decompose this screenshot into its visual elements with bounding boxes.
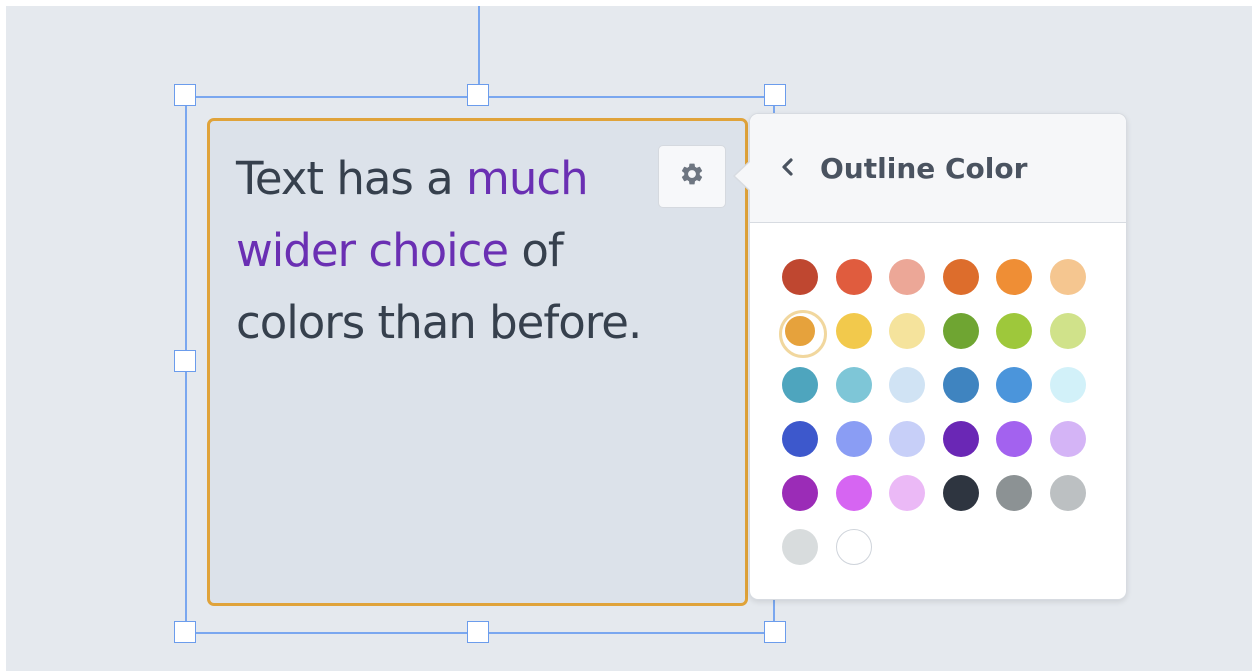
color-swatch[interactable]	[889, 313, 925, 349]
resize-handle-top-left[interactable]	[174, 84, 196, 106]
color-swatch[interactable]	[836, 259, 872, 295]
chevron-left-icon	[780, 156, 796, 183]
color-swatch[interactable]	[1050, 421, 1086, 457]
color-swatch[interactable]	[943, 259, 979, 295]
color-swatch[interactable]	[1050, 475, 1086, 511]
color-swatch[interactable]	[996, 313, 1032, 349]
color-swatch[interactable]	[889, 421, 925, 457]
back-button[interactable]	[776, 154, 800, 184]
text-box-content[interactable]: Text has a much wider choice of colors t…	[236, 143, 646, 359]
color-swatch[interactable]	[996, 421, 1032, 457]
color-swatch[interactable]	[782, 421, 818, 457]
color-swatch[interactable]	[996, 367, 1032, 403]
color-swatch[interactable]	[943, 475, 979, 511]
settings-button[interactable]	[658, 145, 726, 208]
color-swatch[interactable]	[889, 367, 925, 403]
text-segment: Text has a	[236, 152, 467, 205]
color-swatch[interactable]	[836, 529, 872, 565]
color-swatch[interactable]	[943, 313, 979, 349]
color-swatch[interactable]	[782, 367, 818, 403]
popover-title: Outline Color	[820, 152, 1028, 185]
resize-handle-bottom-right[interactable]	[764, 621, 786, 643]
outline-color-popover: Outline Color	[749, 113, 1127, 600]
popover-header: Outline Color	[750, 114, 1126, 223]
color-swatch[interactable]	[1050, 313, 1086, 349]
color-swatch[interactable]	[836, 421, 872, 457]
color-swatch[interactable]	[782, 529, 818, 565]
color-swatch[interactable]	[889, 475, 925, 511]
rotation-line	[478, 6, 480, 96]
resize-handle-top-middle[interactable]	[467, 84, 489, 106]
color-swatch[interactable]	[836, 367, 872, 403]
color-swatch[interactable]	[996, 475, 1032, 511]
color-swatch[interactable]	[943, 421, 979, 457]
color-swatch[interactable]	[836, 475, 872, 511]
color-swatch[interactable]	[836, 313, 872, 349]
popover-arrow-fill	[735, 161, 751, 191]
color-swatch[interactable]	[1050, 367, 1086, 403]
resize-handle-bottom-left[interactable]	[174, 621, 196, 643]
color-swatch[interactable]	[782, 259, 818, 295]
color-swatch[interactable]	[943, 367, 979, 403]
resize-handle-middle-left[interactable]	[174, 350, 196, 372]
color-swatch[interactable]	[889, 259, 925, 295]
gear-icon	[679, 161, 705, 192]
resize-handle-top-right[interactable]	[764, 84, 786, 106]
color-swatch[interactable]	[782, 475, 818, 511]
color-swatch[interactable]	[779, 310, 827, 358]
resize-handle-bottom-middle[interactable]	[467, 621, 489, 643]
color-swatch[interactable]	[996, 259, 1032, 295]
color-swatch[interactable]	[1050, 259, 1086, 295]
